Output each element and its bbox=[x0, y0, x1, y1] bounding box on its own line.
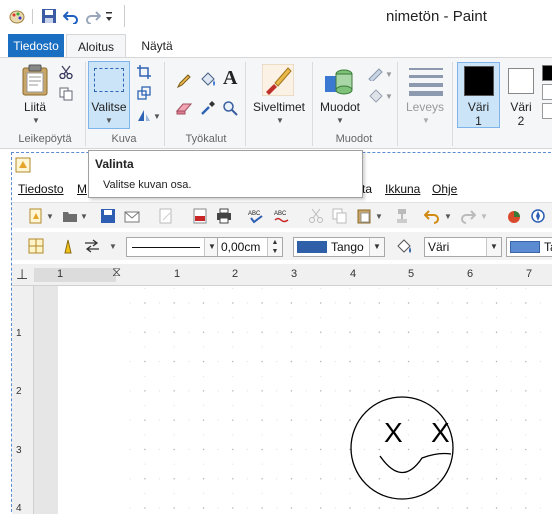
paste-dropdown-caret[interactable]: ▼ bbox=[32, 116, 40, 125]
ribbon-tabs: Tiedosto Aloitus Näytä bbox=[0, 34, 552, 58]
image-group-label: Kuva bbox=[111, 133, 137, 145]
color2-number[interactable]: 2 bbox=[504, 114, 538, 128]
rotate-icon[interactable] bbox=[137, 108, 151, 122]
pencil-icon[interactable] bbox=[176, 73, 192, 89]
outline-icon[interactable] bbox=[367, 67, 385, 81]
save-icon[interactable] bbox=[41, 8, 57, 24]
cut-icon[interactable] bbox=[59, 65, 73, 79]
select-icon[interactable] bbox=[94, 68, 124, 92]
paste-label[interactable]: Liitä bbox=[18, 100, 52, 114]
color1-swatch[interactable] bbox=[464, 66, 494, 96]
ribbon-separator bbox=[397, 62, 398, 146]
fill-icon[interactable] bbox=[199, 71, 217, 89]
text-tool-icon[interactable]: A bbox=[223, 67, 237, 90]
ribbon-separator bbox=[85, 62, 86, 146]
color1-label[interactable]: Väri bbox=[457, 100, 500, 114]
size-line-3[interactable] bbox=[409, 83, 443, 87]
shapes-label[interactable]: Muodot bbox=[316, 100, 364, 114]
color2-label[interactable]: Väri bbox=[504, 100, 538, 114]
eraser-icon[interactable] bbox=[176, 101, 192, 115]
canvas-selection-border[interactable] bbox=[11, 152, 552, 514]
copy-icon[interactable] bbox=[59, 87, 73, 101]
qa-separator bbox=[32, 9, 33, 24]
palette-swatch-empty[interactable] bbox=[542, 103, 552, 119]
window-title: nimetön - Paint bbox=[386, 8, 487, 25]
magnifier-icon[interactable] bbox=[222, 100, 238, 116]
shapes-icon[interactable] bbox=[324, 64, 358, 96]
fill-shape-icon[interactable] bbox=[367, 88, 385, 104]
tooltip-title: Valinta bbox=[95, 157, 134, 171]
customize-qa-icon[interactable] bbox=[104, 11, 114, 23]
size-line-4[interactable] bbox=[409, 91, 443, 96]
title-bar: nimetön - Paint bbox=[0, 0, 552, 34]
rotate-dropdown-caret[interactable]: ▼ bbox=[153, 112, 161, 121]
ribbon-separator bbox=[312, 62, 313, 146]
palette-swatch-black[interactable] bbox=[542, 65, 552, 81]
tab-view[interactable]: Näytä bbox=[130, 34, 184, 58]
shapes-dropdown-caret[interactable]: ▼ bbox=[336, 116, 344, 125]
tools-group-label: Työkalut bbox=[185, 133, 227, 145]
tab-file[interactable]: Tiedosto bbox=[8, 34, 64, 58]
title-separator bbox=[124, 5, 125, 27]
tooltip: Valinta Valitse kuvan osa. bbox=[88, 150, 363, 198]
tab-home[interactable]: Aloitus bbox=[66, 34, 126, 58]
size-line-2[interactable] bbox=[409, 75, 443, 78]
ribbon-separator bbox=[452, 62, 453, 146]
brushes-label[interactable]: Siveltimet bbox=[250, 100, 308, 114]
size-line-1[interactable] bbox=[409, 68, 443, 70]
paint-window: nimetön - Paint Tiedosto Aloitus Näytä L… bbox=[0, 0, 552, 514]
fill-shape-dropdown-caret[interactable]: ▼ bbox=[385, 92, 393, 101]
undo-icon[interactable] bbox=[63, 8, 79, 24]
tooltip-body: Valitse kuvan osa. bbox=[103, 179, 192, 191]
ribbon-separator bbox=[245, 62, 246, 146]
clipboard-group-label: Leikepöytä bbox=[18, 133, 72, 145]
ribbon-separator bbox=[164, 62, 165, 146]
outline-dropdown-caret[interactable]: ▼ bbox=[385, 70, 393, 79]
select-label[interactable]: Valitse bbox=[88, 100, 130, 114]
brushes-dropdown-caret[interactable]: ▼ bbox=[276, 116, 284, 125]
paste-icon[interactable] bbox=[20, 64, 50, 96]
resize-icon[interactable] bbox=[137, 86, 151, 100]
palette-swatch-white[interactable] bbox=[542, 84, 552, 100]
crop-icon[interactable] bbox=[137, 65, 151, 79]
color-picker-icon[interactable] bbox=[200, 100, 216, 116]
color1-number[interactable]: 1 bbox=[457, 114, 500, 128]
redo-icon[interactable] bbox=[85, 8, 101, 24]
size-dropdown-caret[interactable]: ▼ bbox=[422, 116, 430, 125]
paint-app-icon[interactable] bbox=[9, 8, 25, 24]
shapes-group-label: Muodot bbox=[335, 133, 373, 145]
color2-swatch[interactable] bbox=[508, 68, 534, 94]
size-label[interactable]: Leveys bbox=[402, 100, 448, 114]
ribbon: Liitä ▼ Leikepöytä Valitse ▼ ▼ Kuva A Ty… bbox=[0, 57, 552, 149]
select-dropdown-caret[interactable]: ▼ bbox=[105, 116, 113, 125]
brushes-icon[interactable] bbox=[262, 64, 294, 96]
